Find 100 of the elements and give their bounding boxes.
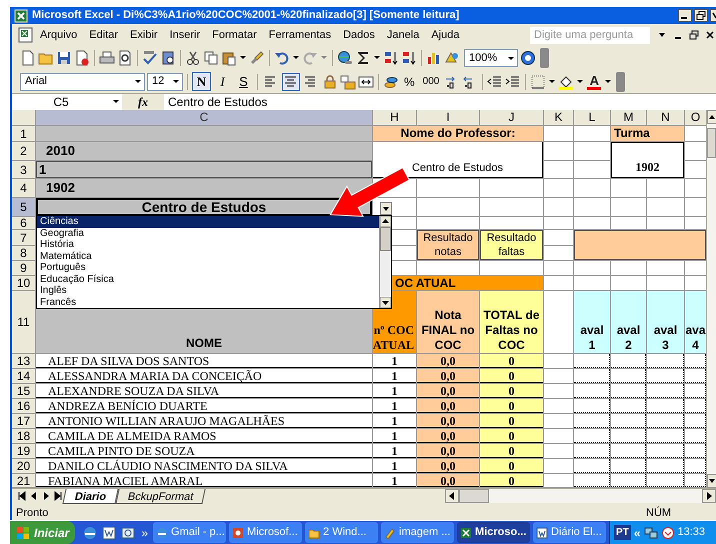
close-icon[interactable] bbox=[704, 30, 716, 40]
undo-icon[interactable] bbox=[274, 50, 290, 66]
borders-icon[interactable] bbox=[530, 74, 546, 90]
dropdown-button[interactable] bbox=[380, 202, 392, 215]
row-header[interactable]: 18 bbox=[12, 429, 35, 443]
bold-button[interactable]: N bbox=[192, 72, 211, 91]
row-header[interactable]: 17 bbox=[12, 414, 35, 428]
restore-button-icon[interactable] bbox=[694, 9, 708, 22]
toolbar-options-handle[interactable] bbox=[540, 48, 549, 68]
paste-icon[interactable] bbox=[221, 50, 237, 66]
row-header[interactable]: 7 bbox=[12, 230, 35, 245]
fill-bucket-icon[interactable] bbox=[558, 74, 574, 90]
taskbar-button[interactable]: Gmail - p... bbox=[153, 522, 226, 543]
sheet-tab[interactable]: Diario bbox=[62, 488, 119, 504]
column-header[interactable]: I bbox=[417, 110, 479, 125]
bar-chart-icon[interactable] bbox=[426, 50, 442, 66]
language-indicator[interactable]: PT bbox=[614, 525, 631, 540]
menu-item[interactable]: Formatar bbox=[206, 26, 263, 44]
sort-ascending-icon[interactable] bbox=[383, 50, 399, 66]
row-header[interactable]: 15 bbox=[12, 384, 35, 398]
paintbrush-icon[interactable] bbox=[249, 50, 265, 66]
row-header[interactable]: 20 bbox=[12, 459, 35, 473]
taskbar-button[interactable]: 2 Wind... bbox=[305, 522, 378, 543]
printer-icon[interactable] bbox=[99, 50, 115, 66]
scroll-right-icon[interactable] bbox=[702, 489, 716, 503]
row-header[interactable]: 5 bbox=[12, 198, 35, 216]
scroll-left-icon[interactable] bbox=[445, 489, 459, 503]
network-icon[interactable] bbox=[644, 526, 658, 540]
taskbar-button[interactable]: Microso... bbox=[457, 522, 530, 543]
new-document-icon[interactable] bbox=[20, 50, 36, 66]
last-sheet-icon[interactable] bbox=[52, 490, 64, 502]
taskbar-button[interactable]: Diário El... bbox=[533, 522, 606, 543]
menu-item[interactable]: Editar bbox=[83, 26, 124, 44]
dropdown-option[interactable]: História bbox=[37, 239, 379, 250]
spell-check-icon[interactable] bbox=[142, 50, 158, 66]
percent-style-button[interactable]: % bbox=[401, 72, 418, 90]
increase-indent-icon[interactable] bbox=[505, 74, 522, 90]
globe-link-icon[interactable] bbox=[337, 50, 353, 66]
chat-bubble-icon[interactable] bbox=[660, 526, 675, 540]
column-header[interactable]: K bbox=[544, 110, 573, 125]
row-header[interactable]: 14 bbox=[12, 369, 35, 383]
column-header[interactable]: L bbox=[574, 110, 610, 125]
font-name-field[interactable]: Arial bbox=[20, 72, 145, 90]
copy-icon[interactable] bbox=[203, 50, 219, 66]
row-header[interactable]: 16 bbox=[12, 399, 35, 413]
row-header[interactable]: 10 bbox=[12, 276, 35, 290]
menu-item[interactable]: Ferramentas bbox=[262, 26, 338, 44]
scroll-thumb[interactable] bbox=[707, 128, 716, 158]
italic-button[interactable]: I bbox=[213, 72, 232, 91]
row-header[interactable]: 19 bbox=[12, 444, 35, 458]
dropdown-option[interactable]: Geografia bbox=[37, 228, 379, 239]
scroll-up-icon[interactable] bbox=[380, 216, 391, 227]
dropdown-list[interactable]: Ciências Geografia História Matemática Português Educação Física Inglês Francês bbox=[36, 215, 392, 309]
row-header[interactable]: 3 bbox=[12, 161, 35, 178]
row-header[interactable]: 9 bbox=[12, 261, 35, 275]
help-search-field[interactable]: Digite uma pergunta bbox=[530, 26, 650, 44]
insert-function-button[interactable]: fx bbox=[122, 94, 164, 110]
minimize-button-icon[interactable] bbox=[678, 9, 692, 22]
scissors-icon[interactable] bbox=[185, 50, 201, 66]
help-icon[interactable] bbox=[520, 50, 536, 66]
close-button-icon[interactable] bbox=[710, 9, 716, 22]
print-preview-icon[interactable] bbox=[117, 50, 133, 66]
scroll-thumb[interactable] bbox=[380, 227, 391, 251]
underline-button[interactable]: S bbox=[234, 72, 253, 91]
browser-icon[interactable] bbox=[82, 524, 98, 540]
horizontal-scrollbar[interactable] bbox=[445, 489, 716, 503]
decrease-indent-icon[interactable] bbox=[487, 74, 504, 90]
scroll-down-icon[interactable] bbox=[380, 297, 391, 308]
menu-item[interactable]: Arquivo bbox=[34, 26, 84, 44]
research-book-icon[interactable] bbox=[160, 50, 176, 66]
document-icon[interactable] bbox=[101, 524, 118, 540]
sum-icon[interactable] bbox=[355, 50, 371, 66]
row-header[interactable]: 21 bbox=[12, 474, 35, 487]
thousands-separator-button[interactable]: 000 bbox=[420, 74, 442, 89]
menu-item[interactable]: Janela bbox=[380, 26, 426, 44]
dropdown-option[interactable]: Ciências bbox=[37, 216, 379, 228]
start-button[interactable]: Iniciar bbox=[10, 521, 76, 544]
list-scrollbar[interactable] bbox=[379, 216, 391, 308]
row-header[interactable]: 11 bbox=[12, 291, 35, 353]
row-header[interactable]: 4 bbox=[12, 179, 35, 197]
merge-cells-icon[interactable] bbox=[358, 74, 374, 90]
dropdown-option[interactable]: Matemática bbox=[37, 250, 379, 262]
document-stop-icon[interactable] bbox=[74, 50, 90, 66]
restore-icon[interactable] bbox=[688, 30, 700, 40]
row-header[interactable]: 8 bbox=[12, 246, 35, 260]
row-header[interactable]: 1 bbox=[12, 126, 35, 141]
scroll-thumb[interactable] bbox=[459, 489, 489, 503]
taskbar-button[interactable]: imagem ... bbox=[381, 522, 454, 543]
toolbar-options-handle[interactable] bbox=[616, 72, 626, 92]
column-header[interactable]: H bbox=[373, 110, 416, 125]
menu-item[interactable]: Ajuda bbox=[425, 26, 466, 44]
mail-icon[interactable] bbox=[120, 524, 136, 540]
scroll-up-icon[interactable] bbox=[707, 110, 716, 124]
row-header[interactable]: 2 bbox=[12, 142, 35, 160]
menu-item[interactable]: Inserir bbox=[164, 26, 206, 44]
menu-item[interactable]: Exibir bbox=[124, 26, 164, 44]
sheet-tab[interactable]: BckupFormat bbox=[116, 488, 206, 504]
save-icon[interactable] bbox=[56, 50, 72, 66]
align-center-icon[interactable] bbox=[282, 72, 300, 90]
first-sheet-icon[interactable] bbox=[16, 490, 28, 502]
